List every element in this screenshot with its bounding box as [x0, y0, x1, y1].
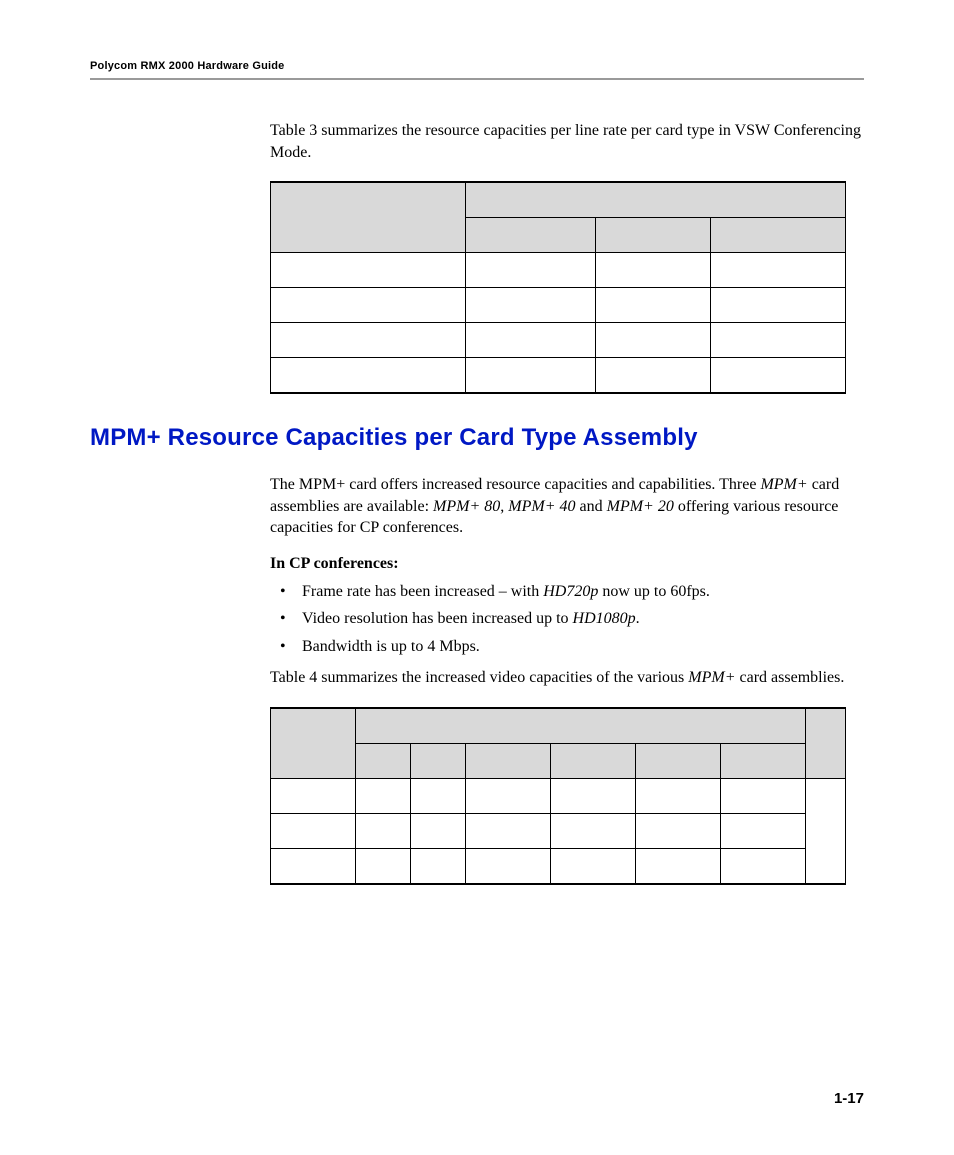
table-row [271, 813, 846, 848]
section-p1: The MPM+ card offers increased resource … [270, 474, 864, 539]
t3-header-span [466, 182, 846, 218]
t3-subhdr-3 [711, 218, 846, 253]
table-row [271, 848, 846, 884]
intro-paragraph: Table 3 summarizes the resource capaciti… [270, 120, 864, 163]
t3-subhdr-2 [596, 218, 711, 253]
t4-subhdr-4 [551, 743, 636, 778]
t3-corner [271, 182, 466, 253]
t4-header-span [356, 708, 806, 744]
cp-conferences-subhead: In CP conferences: [270, 553, 864, 575]
running-head: Polycom RMX 2000 Hardware Guide [90, 60, 864, 72]
list-item: Bandwidth is up to 4 Mbps. [270, 636, 864, 658]
table-3 [270, 181, 846, 394]
t4-subhdr-6 [721, 743, 806, 778]
table-row [271, 778, 846, 813]
page-number: 1-17 [834, 1090, 864, 1107]
section-heading: MPM+ Resource Capacities per Card Type A… [90, 424, 864, 452]
t3-subhdr-1 [466, 218, 596, 253]
table-row [271, 323, 846, 358]
t4-right-corner [806, 708, 846, 779]
t4-subhdr-5 [636, 743, 721, 778]
t4-corner [271, 708, 356, 779]
list-item: Video resolution has been increased up t… [270, 608, 864, 630]
header-rule [90, 78, 864, 80]
bullet-list: Frame rate has been increased – with HD7… [270, 581, 864, 658]
list-item: Frame rate has been increased – with HD7… [270, 581, 864, 603]
table-row [271, 253, 846, 288]
t4-subhdr-1 [356, 743, 411, 778]
section-p2: Table 4 summarizes the increased video c… [270, 667, 864, 689]
t4-subhdr-2 [411, 743, 466, 778]
table-row [271, 288, 846, 323]
table-row [271, 358, 846, 394]
t4-subhdr-3 [466, 743, 551, 778]
table-4 [270, 707, 846, 885]
